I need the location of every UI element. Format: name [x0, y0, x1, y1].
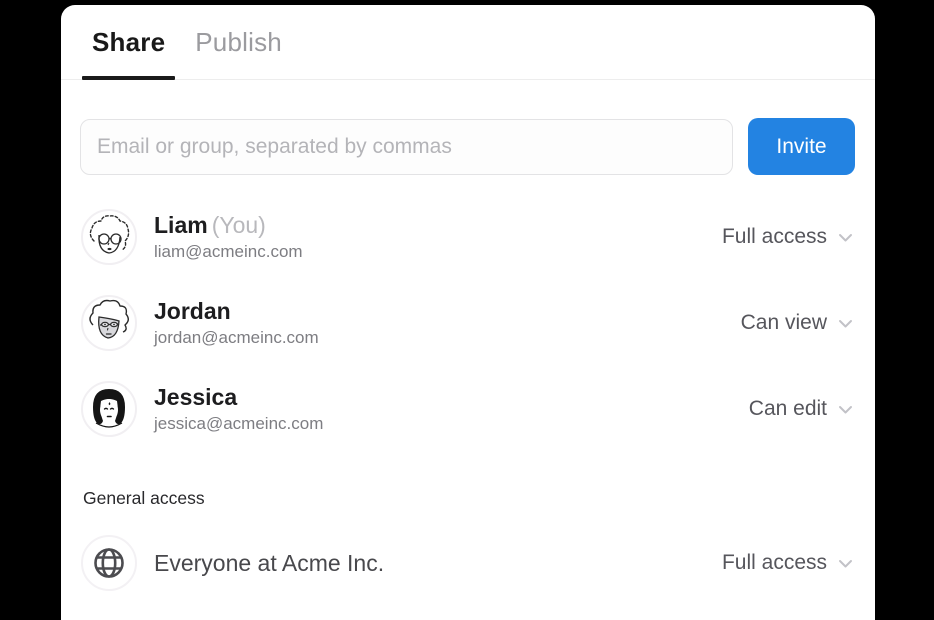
jessica-avatar-illustration — [83, 383, 135, 435]
access-dropdown-jessica[interactable]: Can edit — [749, 397, 855, 421]
tab-bar: Share Publish — [61, 5, 875, 80]
invite-button[interactable]: Invite — [748, 118, 855, 175]
chevron-down-icon — [836, 400, 855, 419]
you-suffix: (You) — [212, 212, 266, 238]
tab-publish[interactable]: Publish — [185, 5, 292, 79]
liam-avatar — [81, 209, 137, 265]
globe-avatar — [81, 535, 137, 591]
access-level-label: Can edit — [749, 397, 827, 421]
person-name-text: Liam — [154, 212, 208, 238]
people-list: Liam(You) liam@acmeinc.com Full access — [61, 194, 875, 452]
everyone-name: Everyone at Acme Inc. — [154, 550, 722, 577]
person-info: Jessica jessica@acmeinc.com — [154, 384, 749, 434]
person-info: Liam(You) liam@acmeinc.com — [154, 212, 722, 262]
person-name: Jordan — [154, 298, 741, 324]
person-info: Jordan jordan@acmeinc.com — [154, 298, 741, 348]
access-dropdown-jordan[interactable]: Can view — [741, 311, 855, 335]
invite-row: Invite — [80, 118, 855, 175]
liam-avatar-illustration — [83, 211, 135, 263]
person-email: jessica@acmeinc.com — [154, 414, 749, 434]
person-name: Liam(You) — [154, 212, 722, 238]
access-level-label: Full access — [722, 551, 827, 575]
person-email: jordan@acmeinc.com — [154, 328, 741, 348]
chevron-down-icon — [836, 228, 855, 247]
person-row-jessica: Jessica jessica@acmeinc.com Can edit — [61, 366, 875, 452]
access-level-label: Full access — [722, 225, 827, 249]
person-name-text: Jessica — [154, 384, 237, 410]
globe-icon — [90, 544, 128, 582]
email-input[interactable] — [80, 119, 733, 175]
jordan-avatar — [81, 295, 137, 351]
general-access-label: General access — [83, 488, 855, 509]
person-name-text: Jordan — [154, 298, 231, 324]
tab-share[interactable]: Share — [82, 5, 175, 79]
person-row-jordan: Jordan jordan@acmeinc.com Can view — [61, 280, 875, 366]
person-email: liam@acmeinc.com — [154, 242, 722, 262]
tab-publish-label: Publish — [195, 27, 282, 58]
person-name: Jessica — [154, 384, 749, 410]
jessica-avatar — [81, 381, 137, 437]
person-row-liam: Liam(You) liam@acmeinc.com Full access — [61, 194, 875, 280]
chevron-down-icon — [836, 314, 855, 333]
everyone-row: Everyone at Acme Inc. Full access — [61, 520, 875, 606]
tab-share-label: Share — [92, 27, 165, 58]
access-dropdown-everyone[interactable]: Full access — [722, 551, 855, 575]
access-dropdown-liam[interactable]: Full access — [722, 225, 855, 249]
chevron-down-icon — [836, 554, 855, 573]
access-level-label: Can view — [741, 311, 827, 335]
share-dialog: Share Publish Invite — [61, 5, 875, 620]
jordan-avatar-illustration — [83, 297, 135, 349]
